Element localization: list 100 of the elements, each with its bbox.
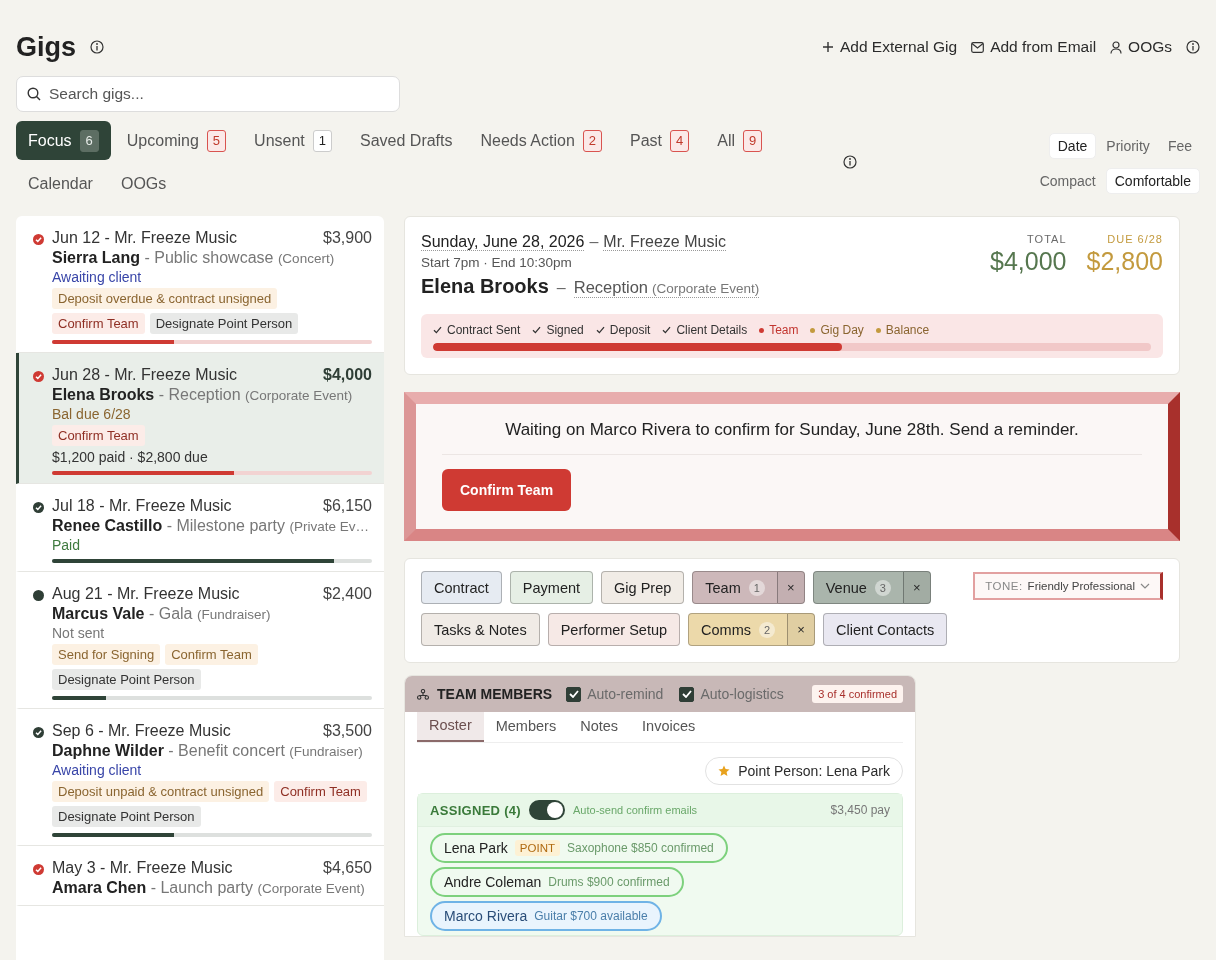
close-button[interactable]: × [787,613,815,646]
count-badge: 1 [748,579,765,596]
density-option[interactable]: Comfortable [1105,168,1200,194]
member-pill[interactable]: Lena Park POINT Saxophone $850 confirmed [430,833,728,863]
checkmark-icon [568,690,579,698]
gig-title: Marcus Vale - Gala (Fundraiser) [52,605,272,623]
section-tab[interactable]: Tasks & Notes [421,613,540,646]
count-badge: 5 [206,129,227,152]
gig-card[interactable]: Jul 18 - Mr. Freeze Music $6,150 Renee Castillo - Milestone party (Private Ev… Paid [16,484,384,572]
gig-date-client: Jun 12 - Mr. Freeze Music [52,229,237,247]
header-action-button[interactable]: Add External Gig [821,38,958,56]
gig-amount: $3,500 [323,722,372,740]
header-action-button[interactable]: Add from Email [971,38,1097,56]
filter-tab[interactable]: Past 4 [618,121,702,160]
section-tab[interactable]: Performer Setup [547,613,681,646]
gig-card[interactable]: Jun 28 - Mr. Freeze Music $4,000 Elena Brooks - Reception (Corporate Event) Bal due 6/28 Confirm Team $1,200 paid · $2,800 due [16,353,384,484]
search-field[interactable]: Search gigs... [16,76,400,112]
team-tab[interactable]: Roster [417,712,484,742]
progress-step: Team [759,323,799,337]
total-amount: $2,800 [1086,247,1163,276]
gig-date-client: Aug 21 - Mr. Freeze Music [52,585,240,603]
gig-status: Paid [52,537,82,553]
close-button[interactable]: × [902,571,931,604]
checkbox[interactable] [566,686,582,702]
gig-title: Elena Brooks - Reception (Corporate Event) [52,386,354,404]
filter-tab[interactable]: Saved Drafts [348,121,465,160]
filter-tab[interactable]: Focus 6 [16,121,111,160]
toggle-switch[interactable] [529,800,565,820]
dash-separator: – [589,233,599,250]
person-icon [1110,40,1123,54]
gig-card[interactable]: Jun 12 - Mr. Freeze Music $3,900 Sierra Lang - Public showcase (Concert) Awaiting client Deposit overdue & contract unsigned Confirm Team Designate Point Person [16,216,384,353]
total-label: TOTAL [1026,233,1067,245]
sort-option[interactable]: Date [1048,133,1097,159]
action-tag: Designate Point Person [52,669,201,690]
team-tab[interactable]: Invoices [630,712,708,742]
filter-tab[interactable]: Unsent 1 [242,121,344,160]
action-tag: Confirm Team [52,313,145,334]
progress-step: Contract Sent [433,323,521,337]
tone-dropdown[interactable]: TONE: Friendly Professional [973,572,1163,600]
gig-title: Daphne Wilder - Benefit concert (Fundraiser) [52,742,364,760]
action-tag: Deposit overdue & contract unsigned [52,288,278,309]
check-icon [662,326,672,334]
gig-amount: $4,000 [323,366,372,384]
gig-title: Renee Castillo - Milestone party (Private Ev… [52,517,370,535]
count-badge: 6 [79,129,99,152]
filter-tab[interactable]: Upcoming 5 [114,121,239,160]
section-tab[interactable]: Payment [509,571,594,604]
action-tag: Deposit unpaid & contract unsigned [52,781,270,802]
gig-card[interactable]: Aug 21 - Mr. Freeze Music $2,400 Marcus Vale - Gala (Fundraiser) Not sent Send for Signing Confirm Team Designate Point Person [16,572,384,709]
section-tab[interactable]: Client Contacts [823,613,948,646]
event-category: (Corporate Event) [652,281,760,296]
gig-amount: $2,400 [323,585,372,603]
total-label: DUE 6/28 [1106,233,1163,245]
event-date: Sunday, June 28, 2026 [421,233,585,251]
filter-tab[interactable]: OOGs [108,164,179,203]
member-pill[interactable]: Marco Rivera Guitar $700 available [430,901,662,931]
member-pill[interactable]: Andre Coleman Drums $900 confirmed [430,867,684,897]
action-tag: Confirm Team [274,781,367,802]
count-badge: 2 [582,129,602,152]
gig-title: Sierra Lang - Public showcase (Concert) [52,249,336,267]
close-button[interactable]: × [776,571,805,604]
gig-title: Amara Chen - Launch party (Corporate Event) [52,879,366,897]
section-tab[interactable]: Contract [421,571,502,604]
filter-tab[interactable]: All 9 [705,121,775,160]
total-amount: $4,000 [990,247,1067,276]
team-icon [417,688,429,700]
section-tab[interactable]: Venue 3 [812,571,904,604]
count-badge: 1 [312,129,332,152]
section-tab[interactable]: Comms 2 [688,613,788,646]
section-title: TEAM MEMBERS [437,686,553,702]
filter-tab[interactable]: Needs Action 2 [468,121,614,160]
density-option[interactable]: Compact [1031,168,1104,194]
check-icon [595,326,605,334]
checkbox[interactable] [679,686,695,702]
gig-card[interactable]: May 3 - Mr. Freeze Music $4,650 Amara Chen - Launch party (Corporate Event) [16,846,384,906]
point-person-pill[interactable]: Point Person: Lena Park [705,757,903,785]
progress-step: Balance [875,323,930,337]
section-tab[interactable]: Gig Prep [601,571,685,604]
gig-date-client: Sep 6 - Mr. Freeze Music [52,722,231,740]
section-tab[interactable]: Team 1 [692,571,778,604]
sort-option[interactable]: Fee [1159,133,1200,159]
gig-card[interactable]: Sep 6 - Mr. Freeze Music $3,500 Daphne Wilder - Benefit concert (Fundraiser) Awaiting client Deposit unpaid & contract unsigned Confirm Team Designate Point Person [16,709,384,846]
progress-step: Gig Day [810,323,864,337]
team-tab[interactable]: Members [483,712,569,742]
check-circle-icon [33,371,44,382]
checkmark-icon [681,690,692,698]
sort-option[interactable]: Priority [1098,133,1158,159]
header-action-button[interactable]: OOGs [1110,38,1172,56]
pay-total: $3,450 pay [830,803,890,817]
count-badge: 4 [670,129,690,152]
star-icon [718,765,731,777]
confirm-team-button[interactable]: Confirm Team [442,469,572,511]
filter-tab[interactable]: Calendar [16,164,105,203]
client-name: Mr. Freeze Music [603,233,726,251]
count-badge: 3 [874,579,891,596]
count-badge: 2 [759,621,775,638]
gig-date-client: Jul 18 - Mr. Freeze Music [52,497,232,515]
team-tab[interactable]: Notes [568,712,631,742]
gig-date-client: May 3 - Mr. Freeze Music [52,859,233,877]
action-tag: Confirm Team [52,425,145,446]
